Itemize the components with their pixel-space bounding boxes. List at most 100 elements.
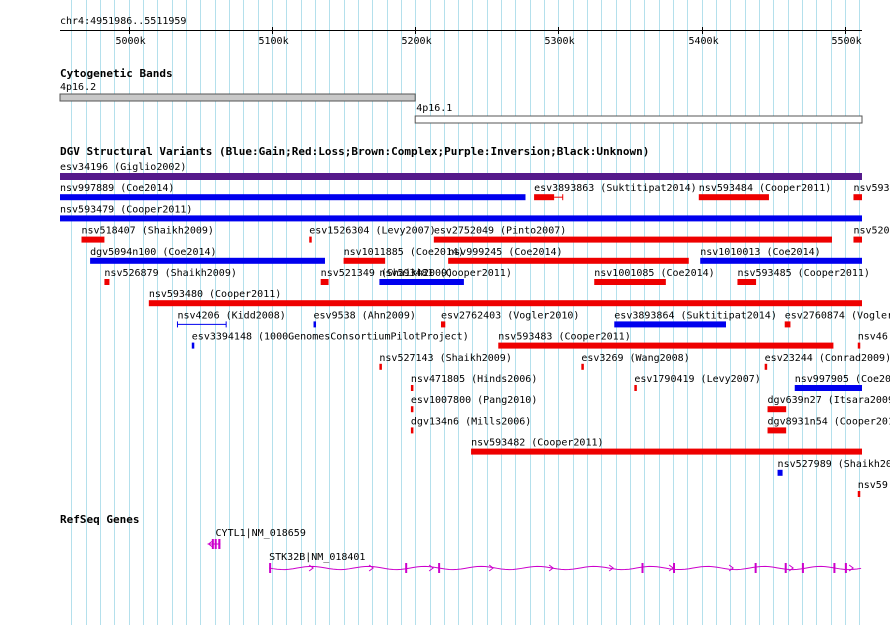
ruler-tick-label: 5200k [402,36,432,47]
variant-bar [81,236,105,243]
variant-label: esv2762403 (Vogler2010) [441,310,579,321]
variant-label: dgv8931n54 (Cooper2011 [768,416,890,427]
variant-bar [191,342,195,349]
variant-bar [498,342,834,349]
strand-arrow [488,564,494,572]
variant-bar [634,385,637,391]
variant-bar [379,363,382,370]
variant-bar [784,321,791,328]
variant-label: esv23244 (Conrad2009) [765,353,890,364]
variant-label: nsv593 [853,183,889,194]
variant-bar [857,342,861,349]
gene-exon [784,563,787,573]
genome-browser-canvas: chr4:4951986..5511959 5000k 5100k 5200k 530… [59,0,890,625]
variant-bar [534,194,555,201]
ruler-tick-label: 5400k [689,36,719,47]
variant-label: nsv520 [853,226,889,237]
variant-label: nsv593485 (Cooper2011) [737,268,869,279]
gene-exon [269,563,272,573]
strand-arrow [848,564,854,572]
variant-bar [320,279,329,285]
gene-exon [211,539,214,549]
gene-label: CYTL1|NM_018659 [216,528,306,539]
variant-bar [148,300,862,307]
variant-label: esv2760874 (Vogler [785,310,890,321]
variant-bar [379,279,464,285]
variant-label: nsv999245 (Coe2014) [448,247,562,258]
gene-exon [218,539,221,549]
variant-bar [853,194,862,201]
gene-exon [641,563,644,573]
variant-label: esv1007800 (Pang2010) [411,395,537,406]
variant-bar [410,427,414,434]
variant-label: esv2752049 (Pinto2007) [434,226,566,237]
gene-exon [405,563,408,573]
cytoband-label: 4p16.2 [60,82,96,93]
variant-label: esv1526304 (Levy2007) [309,226,435,237]
variant-label: nsv1011885 (Coe2014) [344,247,464,258]
gene-exon [801,563,804,573]
variant-bar [410,406,414,413]
variant-label: nsv4206 (Kidd2008) [177,310,285,321]
variant-label: nsv46 [858,332,888,343]
gene-exon [833,563,836,573]
variant-label: nsv593483 (Cooper2011) [498,332,630,343]
variant-bar [737,279,757,285]
refseq-track-title: RefSeq Genes [60,513,139,526]
variant-label: nsv1010013 (Coe2014) [700,247,820,258]
variant-label: esv34196 (Giglio2002) [60,162,186,173]
ruler-tick-label: 5100k [259,36,289,47]
variant-bar [90,257,325,264]
variant-label: nsv997905 (Coe20 [795,374,890,385]
gene-label: STK32B|NM_018401 [269,552,365,563]
variant-bar [309,236,312,243]
variant-label: esv3269 (Wang2008) [581,353,689,364]
variant-bar [448,257,689,264]
variant-bar [433,236,832,243]
variant-bar [794,385,862,391]
strand-arrow [428,564,434,572]
ruler-tick-label: 5300k [545,36,575,47]
gene-exon [673,563,676,573]
refseq-track: CYTL1|NM_018659 STK32B|NM_018401 [207,528,862,573]
variant-bar [767,427,787,434]
variant-label: nsv593484 (Cooper2011) [699,183,831,194]
cytoband [59,93,416,102]
variant-bar [594,279,666,285]
variant-label: nsv471805 (Hinds2006) [411,374,537,385]
cytoband-label: 4p16.1 [416,103,452,114]
strand-arrow [668,564,674,572]
ruler-tick-label: 5500k [832,36,862,47]
strand-arrow [308,564,314,572]
variant-label: nsv593482 (Cooper2011) [471,438,603,449]
variant-bar [767,406,787,413]
variant-bar [60,173,862,180]
variant-label: nsv593481 (Cooper2011) [379,268,511,279]
variant-label: dgv134n6 (Mills2006) [411,416,531,427]
variant-bar [104,279,110,285]
strand-arrow [788,564,794,572]
dgv-track-title: DGV Structural Variants (Blue:Gain;Red:L… [60,145,649,158]
variant-label: esv3394148 (1000GenomesConsortiumPilotPr… [192,332,469,343]
strand-arrow [728,564,734,572]
variant-label: nsv1001085 (Coe2014) [594,268,714,279]
gene-exon [844,563,847,573]
gene-exon [438,563,441,573]
variant-label: nsv593479 (Cooper2011) [60,204,192,215]
variant-label: esv1790419 (Levy2007) [634,374,760,385]
gene-exon [214,539,217,549]
variant-label: nsv518407 (Shaikh2009) [82,226,214,237]
variant-label: nsv997889 (Coe2014) [60,183,174,194]
region-label: chr4:4951986..5511959 [60,16,186,27]
variant-bar [343,257,386,264]
variant-label: nsv59 [858,480,888,491]
dgv-track: esv34196 (Giglio2002) nsv997889 (Coe2014)… [60,162,890,497]
variant-label: dgv5094n100 (Coe2014) [90,247,216,258]
variant-label: esv3893863 (Suktitipat2014) [534,183,697,194]
variant-bar [60,215,862,222]
variant-bar [698,194,769,201]
gene-exon [754,563,757,573]
variant-label: dgv639n27 (Itsara2009) [768,395,890,406]
variant-bar [614,321,726,328]
variant-label: nsv526879 (Shaikh2009) [104,268,236,279]
